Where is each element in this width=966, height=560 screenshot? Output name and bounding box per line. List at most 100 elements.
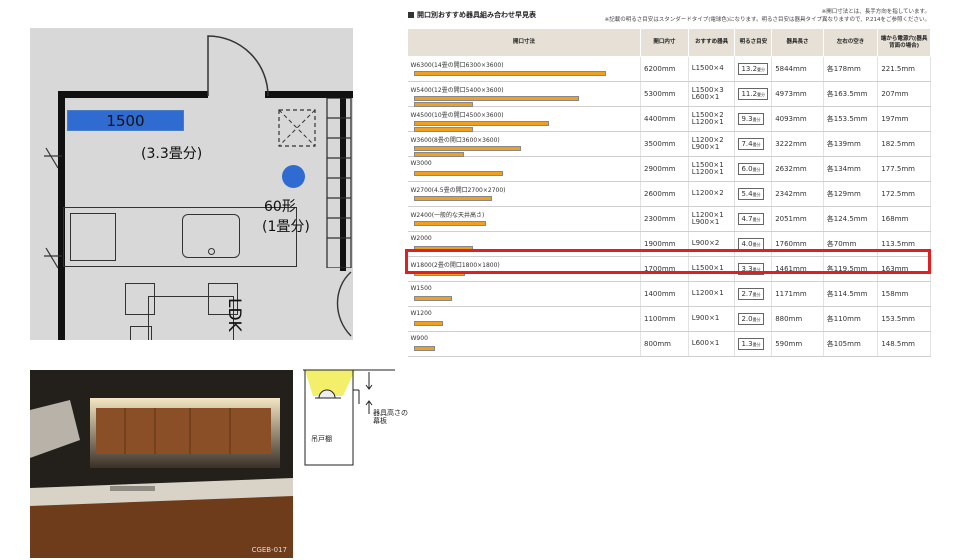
fixture-line: L900×1 — [691, 314, 720, 323]
cell-opening: W4500(10畳の開口4500×3600) — [407, 106, 641, 132]
cell-gap: 各139mm — [823, 131, 879, 157]
cell-gap: 各134mm — [823, 156, 879, 182]
cell-fixture: L1200×1 L900×1 — [688, 206, 736, 232]
cell-length: 2342mm — [771, 181, 824, 207]
cell-hole: 148.5mm — [877, 331, 931, 357]
cell-length: 2632mm — [771, 156, 824, 182]
brightness-badge: 13.2畳分 — [738, 63, 769, 75]
opening-label: W2400(一般的な天井高さ) — [410, 212, 485, 219]
downlight-type-label: 60形 — [264, 199, 296, 215]
brightness-badge: 5.4畳分 — [738, 188, 764, 200]
brightness-badge: 2.0畳分 — [738, 313, 764, 325]
cell-gap: 各129mm — [823, 181, 879, 207]
cell-inner: 2600mm — [640, 181, 689, 207]
cell-gap: 各110mm — [823, 306, 879, 332]
fixture-line: L1200×2 — [691, 189, 724, 198]
cell-length: 3222mm — [771, 131, 824, 157]
table-header-row: 開口寸法 開口内寸 おすすめ器具 明るさ目安 器具長さ 左右の空き 端から電源穴… — [407, 28, 931, 57]
opening-label: W3600(8畳の開口3600×3600) — [410, 137, 500, 144]
cell-fixture: L1500×3 L600×1 — [688, 81, 736, 107]
cell-fixture: L1500×2 L1200×1 — [688, 106, 736, 132]
fixture-line: L600×1 — [691, 93, 720, 101]
brightness-badge: 9.3畳分 — [738, 113, 764, 125]
brightness-badge: 2.7畳分 — [738, 288, 764, 300]
opening-label: W900 — [410, 335, 428, 342]
fixture-bar — [413, 96, 579, 101]
window-icon — [44, 147, 62, 169]
cell-brightness: 7.4畳分 — [734, 131, 773, 157]
cell-fixture: L600×1 — [688, 331, 736, 357]
cell-opening: W900 — [407, 331, 641, 357]
opening-label: W6300(14畳の開口6300×3600) — [410, 62, 504, 69]
cell-fixture: L1200×1 — [688, 281, 736, 307]
cell-inner: 1400mm — [640, 281, 689, 307]
cell-hole: 153.5mm — [877, 306, 931, 332]
cell-hole: 221.5mm — [877, 56, 931, 82]
table-row: W2700(4.5畳の開口2700×2700) 2600mm L1200×2 5.4畳… — [407, 181, 931, 207]
brightness-badge: 7.4畳分 — [738, 138, 764, 150]
fixture-line: L1200×1 — [691, 168, 724, 176]
fixture-line: L900×2 — [691, 239, 720, 248]
col-header: 器具長さ — [771, 28, 824, 57]
indirect-light-1500: 1500 — [67, 110, 184, 131]
cell-brightness: 4.7畳分 — [734, 206, 773, 232]
brightness-badge: 1.3畳分 — [738, 338, 764, 350]
fixture-line: L600×1 — [691, 339, 720, 348]
table-row: W5400(12畳の開口5400×3600) 5300mm L1500×3 L600×… — [407, 81, 931, 107]
cell-brightness: 2.0畳分 — [734, 306, 773, 332]
col-header: 開口内寸 — [640, 28, 689, 57]
cell-inner: 4400mm — [640, 106, 689, 132]
table-row: W3600(8畳の開口3600×3600) 3500mm L1200×2 L900×1… — [407, 131, 931, 157]
cell-fixture: L1500×1 L1200×1 — [688, 156, 736, 182]
fixture-bars — [413, 171, 503, 177]
col-header: おすすめ器具 — [687, 28, 736, 57]
cell-inner: 1100mm — [640, 306, 689, 332]
fixture-table: 開口寸法 開口内寸 おすすめ器具 明るさ目安 器具長さ 左右の空き 端から電源穴… — [407, 28, 931, 357]
cell-length: 5844mm — [771, 56, 824, 82]
cell-hole: 177.5mm — [877, 156, 931, 182]
fixture-line: L900×1 — [691, 218, 720, 226]
cell-gap: 各124.5mm — [823, 206, 879, 232]
table-row: W4500(10畳の開口4500×3600) 4400mm L1500×2 L1200… — [407, 106, 931, 132]
cell-opening: W6300(14畳の開口6300×3600) — [407, 56, 641, 82]
door-swing-icon — [207, 35, 269, 97]
cell-inner: 2300mm — [640, 206, 689, 232]
cell-opening: W3600(8畳の開口3600×3600) — [407, 131, 641, 157]
table-row: W6300(14畳の開口6300×3600) 6200mm L1500×4 13.2畳… — [407, 56, 931, 82]
curved-wall — [336, 271, 352, 337]
table-row: W900 800mm L600×1 1.3畳分 590mm 各105mm 148.5mm — [407, 331, 931, 357]
cell-length: 4973mm — [771, 81, 824, 107]
opening-label: W2700(4.5畳の開口2700×2700) — [410, 187, 506, 194]
row-highlight — [405, 249, 931, 274]
window-icon — [44, 247, 62, 269]
fixture-line: L900×1 — [691, 143, 720, 151]
section-diagram: 器具高さの幕板 吊戸棚 — [303, 368, 408, 468]
cell-opening: W1200 — [407, 306, 641, 332]
cell-inner: 2900mm — [640, 156, 689, 182]
cell-length: 590mm — [771, 331, 824, 357]
cell-length: 1171mm — [771, 281, 824, 307]
fixture-bars — [413, 196, 492, 202]
table-note-2: ※記載の明るさ目安はスタンダードタイプ(電球色)になります。明るさ目安は器具タイ… — [604, 17, 930, 23]
light-area-label: (3.3畳分) — [141, 146, 203, 162]
cell-inner: 3500mm — [640, 131, 689, 157]
valance-label: 器具高さの幕板 — [373, 409, 408, 425]
cell-length: 4093mm — [771, 106, 824, 132]
col-header: 端から電源穴(器具背面の場合) — [877, 28, 931, 57]
wall — [58, 91, 208, 98]
cell-brightness: 5.4畳分 — [734, 181, 773, 207]
cell-gap: 各114.5mm — [823, 281, 879, 307]
cell-fixture: L900×1 — [688, 306, 736, 332]
photo-caption: CGEB-017 — [251, 546, 287, 554]
cell-hole: 168mm — [877, 206, 931, 232]
fixture-bars — [413, 346, 435, 352]
fixture-bars — [413, 221, 486, 227]
cell-gap: 各105mm — [823, 331, 879, 357]
opening-label: W1200 — [410, 310, 432, 317]
cell-hole: 158mm — [877, 281, 931, 307]
kitchen-illustration — [30, 370, 293, 558]
brightness-badge: 6.0畳分 — [738, 163, 764, 175]
cell-brightness: 6.0畳分 — [734, 156, 773, 182]
fixture-bar — [413, 321, 443, 326]
cell-gap: 各153.5mm — [823, 106, 879, 132]
